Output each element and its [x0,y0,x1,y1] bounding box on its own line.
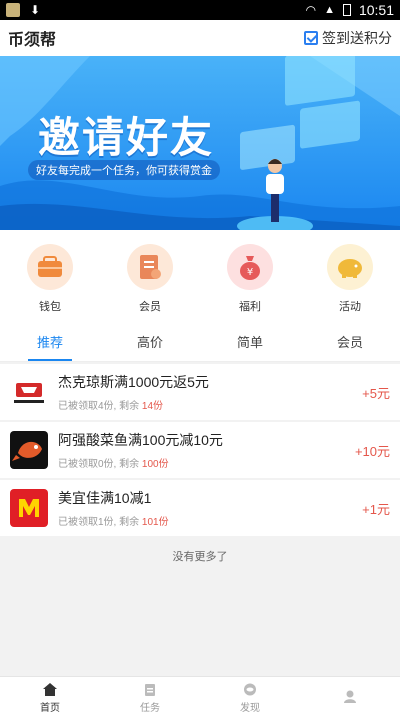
item-title: 阿强酸菜鱼满100元减10元 [58,432,223,448]
invite-banner[interactable]: 邀请好友 好友每完成一个任务，你可获得赏金 [0,56,400,230]
wifi-icon: ◠ [305,3,317,17]
quick-entry-wallet[interactable]: 钱包 [10,244,90,322]
item-reward: +10元 [354,443,390,459]
quick-entry-activity[interactable]: 活动 [310,244,390,322]
quick-entry-label: 福利 [239,301,261,313]
nav-profile[interactable] [300,677,400,719]
checkbox-icon [304,31,318,45]
piggy-bank-icon [327,244,373,290]
category-tabs: 推荐 高价 简单 会员 [0,322,400,362]
jack-jones-logo [10,373,48,411]
list-item[interactable]: 美宜佳满10减1 已被领取1份, 剩余 101份 +1元 [0,480,400,536]
item-reward: +5元 [362,385,390,401]
nav-home[interactable]: 首页 [0,677,100,719]
discover-icon [244,683,256,695]
banner-title: 邀请好友 [38,114,215,161]
item-stock: 已被领取0份, 剩余 100份 [58,459,169,470]
app-header: 币须帮 签到送积分 [0,20,400,56]
banner-subtitle: 好友每完成一个任务，你可获得赏金 [28,160,220,180]
no-more-text: 没有更多了 [172,551,228,563]
item-title: 美宜佳满10减1 [58,490,152,506]
home-icon [43,682,57,696]
profile-icon [344,690,356,703]
clock: 10:51 [358,2,394,18]
money-bag-icon: ¥ [227,244,273,290]
meiyijia-logo [10,489,48,527]
tab-recommended[interactable]: 推荐 [0,322,100,361]
tab-simple[interactable]: 简单 [200,322,300,361]
signin-label: 签到送积分 [322,30,392,46]
svg-text:¥: ¥ [247,267,253,278]
tab-high-price[interactable]: 高价 [100,322,200,361]
list-item[interactable]: 杰克琼斯满1000元返5元 已被领取4份, 剩余 14份 +5元 [0,364,400,420]
quick-entry-label: 会员 [139,301,161,313]
wallet-icon [27,244,73,290]
member-card-icon [127,244,173,290]
quick-entry-label: 活动 [339,301,361,313]
list-item[interactable]: 阿强酸菜鱼满100元减10元 已被领取0份, 剩余 100份 +10元 [0,422,400,478]
signal-icon: ▲ [324,4,335,16]
status-bar: ⬇ ◠ ▲ 10:51 [0,0,400,20]
task-list: 杰克琼斯满1000元返5元 已被领取4份, 剩余 14份 +5元 阿强酸菜鱼满1… [0,364,400,538]
battery-icon [342,4,351,16]
quick-entry-grid: 钱包 会员 ¥ 福利 活动 [0,230,400,322]
download-icon: ⬇ [30,3,41,17]
nav-discover[interactable]: 发现 [200,677,300,719]
app-notification-icon [6,3,20,17]
item-stock: 已被领取4份, 剩余 14份 [58,401,164,412]
nav-task[interactable]: 任务 [100,677,200,719]
quick-entry-welfare[interactable]: ¥ 福利 [210,244,290,322]
task-icon [145,683,155,696]
item-title: 杰克琼斯满1000元返5元 [58,374,209,390]
quick-entry-label: 钱包 [39,301,61,313]
aqiang-fish-logo [10,431,48,469]
item-stock: 已被领取1份, 剩余 101份 [58,517,169,528]
app-title: 币须帮 [8,32,57,49]
bottom-nav: 首页 任务 发现 [0,676,400,719]
quick-entry-member[interactable]: 会员 [110,244,190,322]
tab-member[interactable]: 会员 [300,322,400,361]
item-reward: +1元 [362,501,390,517]
signin-button[interactable]: 签到送积分 [304,28,392,48]
